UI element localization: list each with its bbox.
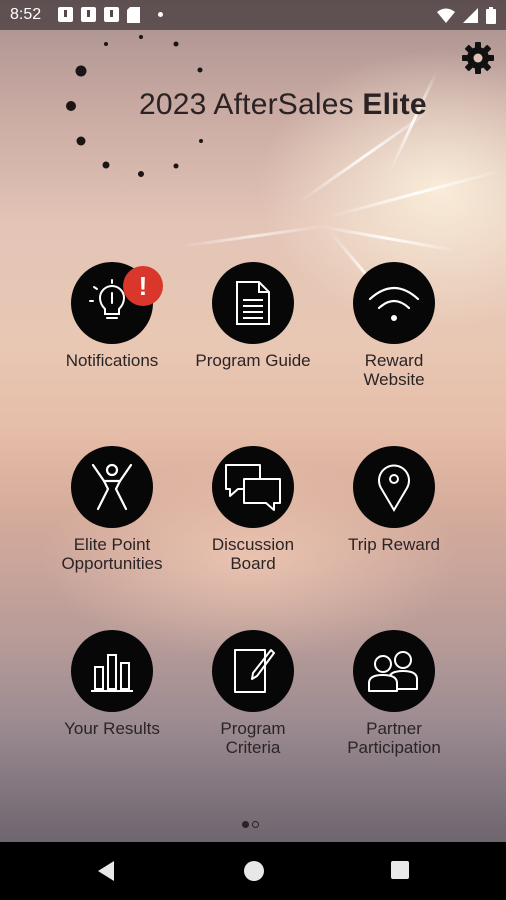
recents-button[interactable] (390, 860, 410, 885)
app-title: 2023 AfterSales Elite (139, 88, 427, 122)
notification-icons (58, 7, 163, 23)
message-icon (81, 7, 96, 22)
navigation-bar (0, 842, 506, 900)
sparkler-streak (329, 168, 505, 218)
tile-trip-reward[interactable]: Trip Reward (324, 446, 464, 554)
dot-icon (158, 12, 163, 17)
elite-point-circle (71, 446, 153, 528)
label-line: Website (363, 370, 425, 389)
reward-website-circle (353, 262, 435, 344)
wifi-icon (368, 286, 420, 321)
discussion-board-circle (212, 446, 294, 528)
signal-icon (463, 8, 478, 23)
tile-label: Discussion Board (183, 535, 323, 573)
chat-bubbles-icon (225, 464, 281, 511)
page-indicator (242, 821, 259, 828)
label-line: Criteria (225, 738, 281, 757)
tile-program-criteria[interactable]: Program Criteria (183, 630, 323, 757)
tile-reward-website[interactable]: Reward Website (324, 262, 464, 389)
status-bar: 8:52 (0, 0, 506, 30)
home-icon (244, 861, 264, 881)
recents-icon (391, 861, 409, 879)
notifications-circle: ! (71, 262, 163, 344)
tile-label: Reward Website (324, 351, 464, 389)
notification-badge: ! (123, 266, 163, 306)
label-line: Participation (347, 738, 441, 757)
label-line: Opportunities (61, 554, 163, 573)
person-cheering-icon (91, 463, 133, 511)
tile-partner-participation[interactable]: Partner Participation (324, 630, 464, 757)
tile-label: Your Results (64, 719, 160, 738)
back-button[interactable] (96, 860, 116, 887)
people-icon (368, 651, 418, 692)
tile-label: Program Guide (195, 351, 311, 370)
label-line: Reward (364, 351, 424, 370)
label-line: Elite Point (73, 535, 151, 554)
your-results-circle (71, 630, 153, 712)
page-dot-active (242, 821, 249, 828)
sd-card-icon (127, 7, 140, 23)
page-dot (252, 821, 259, 828)
sparkler-streak (179, 224, 329, 248)
bar-chart-icon (91, 654, 133, 692)
tile-label: Partner Participation (324, 719, 464, 757)
program-guide-circle (212, 262, 294, 344)
tile-label: Trip Reward (348, 535, 440, 554)
wifi-icon (437, 8, 455, 23)
document-icon (236, 281, 270, 325)
clipboard-pen-icon (234, 649, 275, 693)
label-line: Partner (366, 719, 422, 738)
tile-notifications[interactable]: ! Notifications (42, 262, 182, 370)
program-criteria-circle (212, 630, 294, 712)
partner-participation-circle (353, 630, 435, 712)
home-button[interactable] (243, 860, 265, 887)
tile-elite-point-opportunities[interactable]: Elite Point Opportunities (42, 446, 182, 573)
settings-button[interactable] (460, 40, 498, 78)
battery-icon (486, 7, 496, 24)
message-icon (58, 7, 73, 22)
app-title-year: 2023 AfterSales (139, 88, 363, 121)
tile-discussion-board[interactable]: Discussion Board (183, 446, 323, 573)
tile-label: Program Criteria (183, 719, 323, 757)
system-icons (437, 7, 496, 24)
label-line: Discussion (211, 535, 295, 554)
app-title-elite: Elite (362, 88, 427, 121)
back-icon (98, 861, 114, 881)
label-line: Board (230, 554, 276, 573)
status-time: 8:52 (10, 6, 42, 23)
tile-label: Elite Point Opportunities (42, 535, 182, 573)
sparkler-streak (319, 225, 459, 253)
home-screen: 8:52 2023 AfterSales Elite ! Notificatio… (0, 0, 506, 900)
tile-program-guide[interactable]: Program Guide (183, 262, 323, 370)
trip-reward-circle (353, 446, 435, 528)
map-pin-icon (378, 464, 410, 512)
tile-your-results[interactable]: Your Results (42, 630, 182, 738)
tile-label: Notifications (65, 351, 159, 370)
label-line: Program (220, 719, 286, 738)
message-icon (104, 7, 119, 22)
gear-icon (462, 42, 494, 74)
